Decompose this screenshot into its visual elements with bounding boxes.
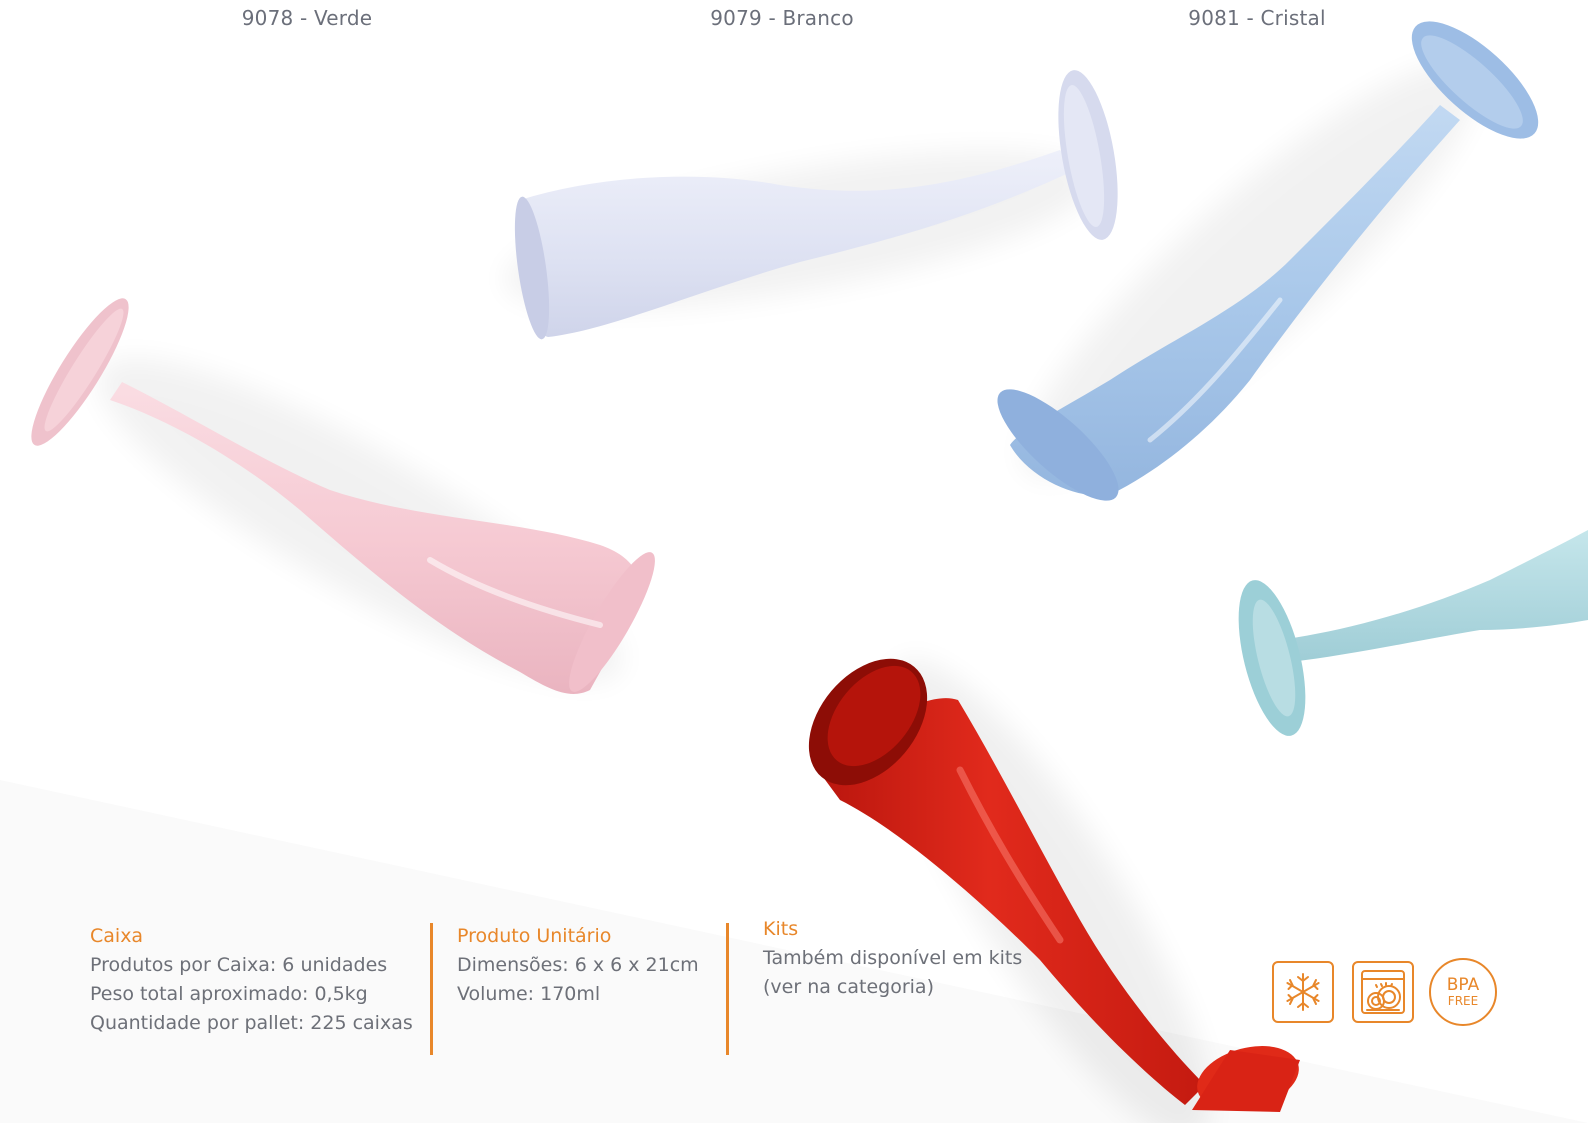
white-glass xyxy=(504,70,1118,340)
section-divider xyxy=(726,923,729,1055)
produto-section: Produto Unitário Dimensões: 6 x 6 x 21cm… xyxy=(457,922,699,1009)
variant-label-cristal: 9081 - Cristal xyxy=(1188,6,1326,30)
variant-label-verde: 9078 - Verde xyxy=(241,6,373,30)
produto-line: Volume: 170ml xyxy=(457,983,601,1005)
bpa-free-badge: BPA FREE xyxy=(1429,958,1497,1026)
dishwasher-icon xyxy=(1361,970,1405,1014)
caixa-line: Peso total aproximado: 0,5kg xyxy=(90,983,368,1005)
kits-section: Kits Também disponível em kits (ver na c… xyxy=(763,915,1022,1002)
kits-title: Kits xyxy=(763,918,799,940)
caixa-title: Caixa xyxy=(90,925,144,947)
kits-line: Também disponível em kits xyxy=(763,947,1023,969)
caixa-section: Caixa Produtos por Caixa: 6 unidades Pes… xyxy=(90,922,413,1038)
snowflake-icon xyxy=(1286,973,1320,1011)
freezer-safe-badge xyxy=(1272,961,1334,1023)
produto-line: Dimensões: 6 x 6 x 21cm xyxy=(457,954,699,976)
kits-line: (ver na categoria) xyxy=(763,976,934,998)
pink-glass xyxy=(31,298,655,694)
dishwasher-safe-badge xyxy=(1352,961,1414,1023)
caixa-line: Produtos por Caixa: 6 unidades xyxy=(90,954,388,976)
variant-label-branco: 9079 - Branco xyxy=(710,6,854,30)
bpa-label: BPA xyxy=(1446,974,1480,995)
caixa-line: Quantidade por pallet: 225 caixas xyxy=(90,1012,413,1034)
produto-title: Produto Unitário xyxy=(457,925,612,947)
aqua-glass xyxy=(1238,530,1588,736)
bpa-free-label: FREE xyxy=(1447,993,1479,1008)
section-divider xyxy=(430,923,433,1055)
